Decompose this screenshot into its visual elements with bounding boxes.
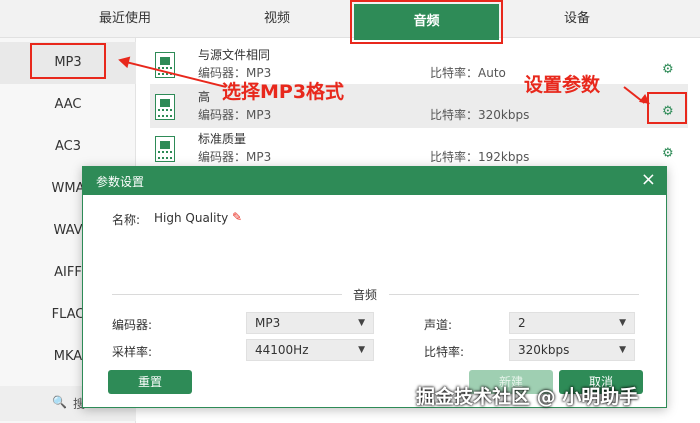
gear-icon[interactable]: ⚙	[662, 62, 674, 77]
preset-row[interactable]: 标准质量 编码器：MP3 比特率：192kbps ⚙	[150, 126, 688, 170]
watermark: 掘金技术社区 @ 小明助手	[416, 386, 639, 408]
tab-device[interactable]: 设备	[522, 0, 632, 38]
channel-select-value: 2	[518, 316, 526, 330]
section-divider-right	[389, 294, 639, 295]
preset-encoder: 编码器：MP3	[198, 108, 272, 122]
encoder-select[interactable]: MP3 ▼	[246, 312, 374, 334]
preset-encoder: 编码器：MP3	[198, 150, 272, 164]
top-tab-bar: 最近使用 视频 音频 设备	[0, 0, 700, 40]
dialog-header: 参数设置 ×	[83, 167, 666, 195]
mp3-highlight-box	[30, 43, 106, 79]
section-divider-left	[112, 294, 342, 295]
gear-icon[interactable]: ⚙	[662, 104, 674, 119]
annotation-set-params: 设置参数	[524, 74, 601, 96]
chevron-down-icon: ▼	[358, 318, 365, 328]
reset-button[interactable]: 重置	[108, 370, 192, 394]
preset-audio-icon	[155, 136, 175, 162]
name-label: 名称:	[112, 213, 141, 227]
samplerate-label: 采样率:	[112, 345, 153, 359]
dialog-title: 参数设置	[96, 175, 145, 189]
preset-name: 标准质量	[198, 132, 247, 146]
samplerate-select-value: 44100Hz	[255, 343, 309, 357]
channel-label: 声道:	[424, 318, 453, 332]
encoder-label: 编码器:	[112, 318, 153, 332]
close-icon[interactable]: ×	[641, 169, 656, 190]
bitrate-label: 比特率:	[424, 345, 465, 359]
preset-name: 高	[198, 90, 211, 104]
gear-icon[interactable]: ⚙	[662, 146, 674, 161]
tab-audio[interactable]: 音频	[354, 4, 499, 40]
edit-pencil-icon[interactable]: ✎	[232, 210, 242, 224]
annotation-select-format: 选择MP3格式	[222, 81, 345, 103]
format-item-aac[interactable]: AAC	[0, 84, 136, 126]
tab-video[interactable]: 视频	[222, 0, 332, 38]
preset-bitrate: 比特率：Auto	[430, 66, 506, 80]
bitrate-select[interactable]: 320kbps ▼	[509, 339, 635, 361]
preset-bitrate: 比特率：320kbps	[430, 108, 530, 122]
preset-name: 与源文件相同	[198, 48, 271, 62]
samplerate-select[interactable]: 44100Hz ▼	[246, 339, 374, 361]
search-icon: 🔍	[52, 395, 67, 409]
preset-bitrate: 比特率：192kbps	[430, 150, 530, 164]
parameter-settings-dialog: 参数设置 × 名称: High Quality ✎ 音频 编码器: MP3 ▼ …	[82, 166, 667, 408]
chevron-down-icon: ▼	[358, 345, 365, 355]
section-title-audio: 音频	[353, 288, 378, 302]
bitrate-select-value: 320kbps	[518, 343, 570, 357]
dialog-body: 名称: High Quality ✎ 音频 编码器: MP3 ▼ 声道: 2 ▼…	[91, 195, 658, 401]
format-item-ac3[interactable]: AC3	[0, 126, 136, 168]
name-value: High Quality	[154, 211, 229, 225]
preset-audio-icon	[155, 94, 175, 120]
channel-select[interactable]: 2 ▼	[509, 312, 635, 334]
chevron-down-icon: ▼	[619, 345, 626, 355]
tab-recent[interactable]: 最近使用	[70, 0, 180, 38]
encoder-select-value: MP3	[255, 316, 281, 330]
chevron-down-icon: ▼	[619, 318, 626, 328]
